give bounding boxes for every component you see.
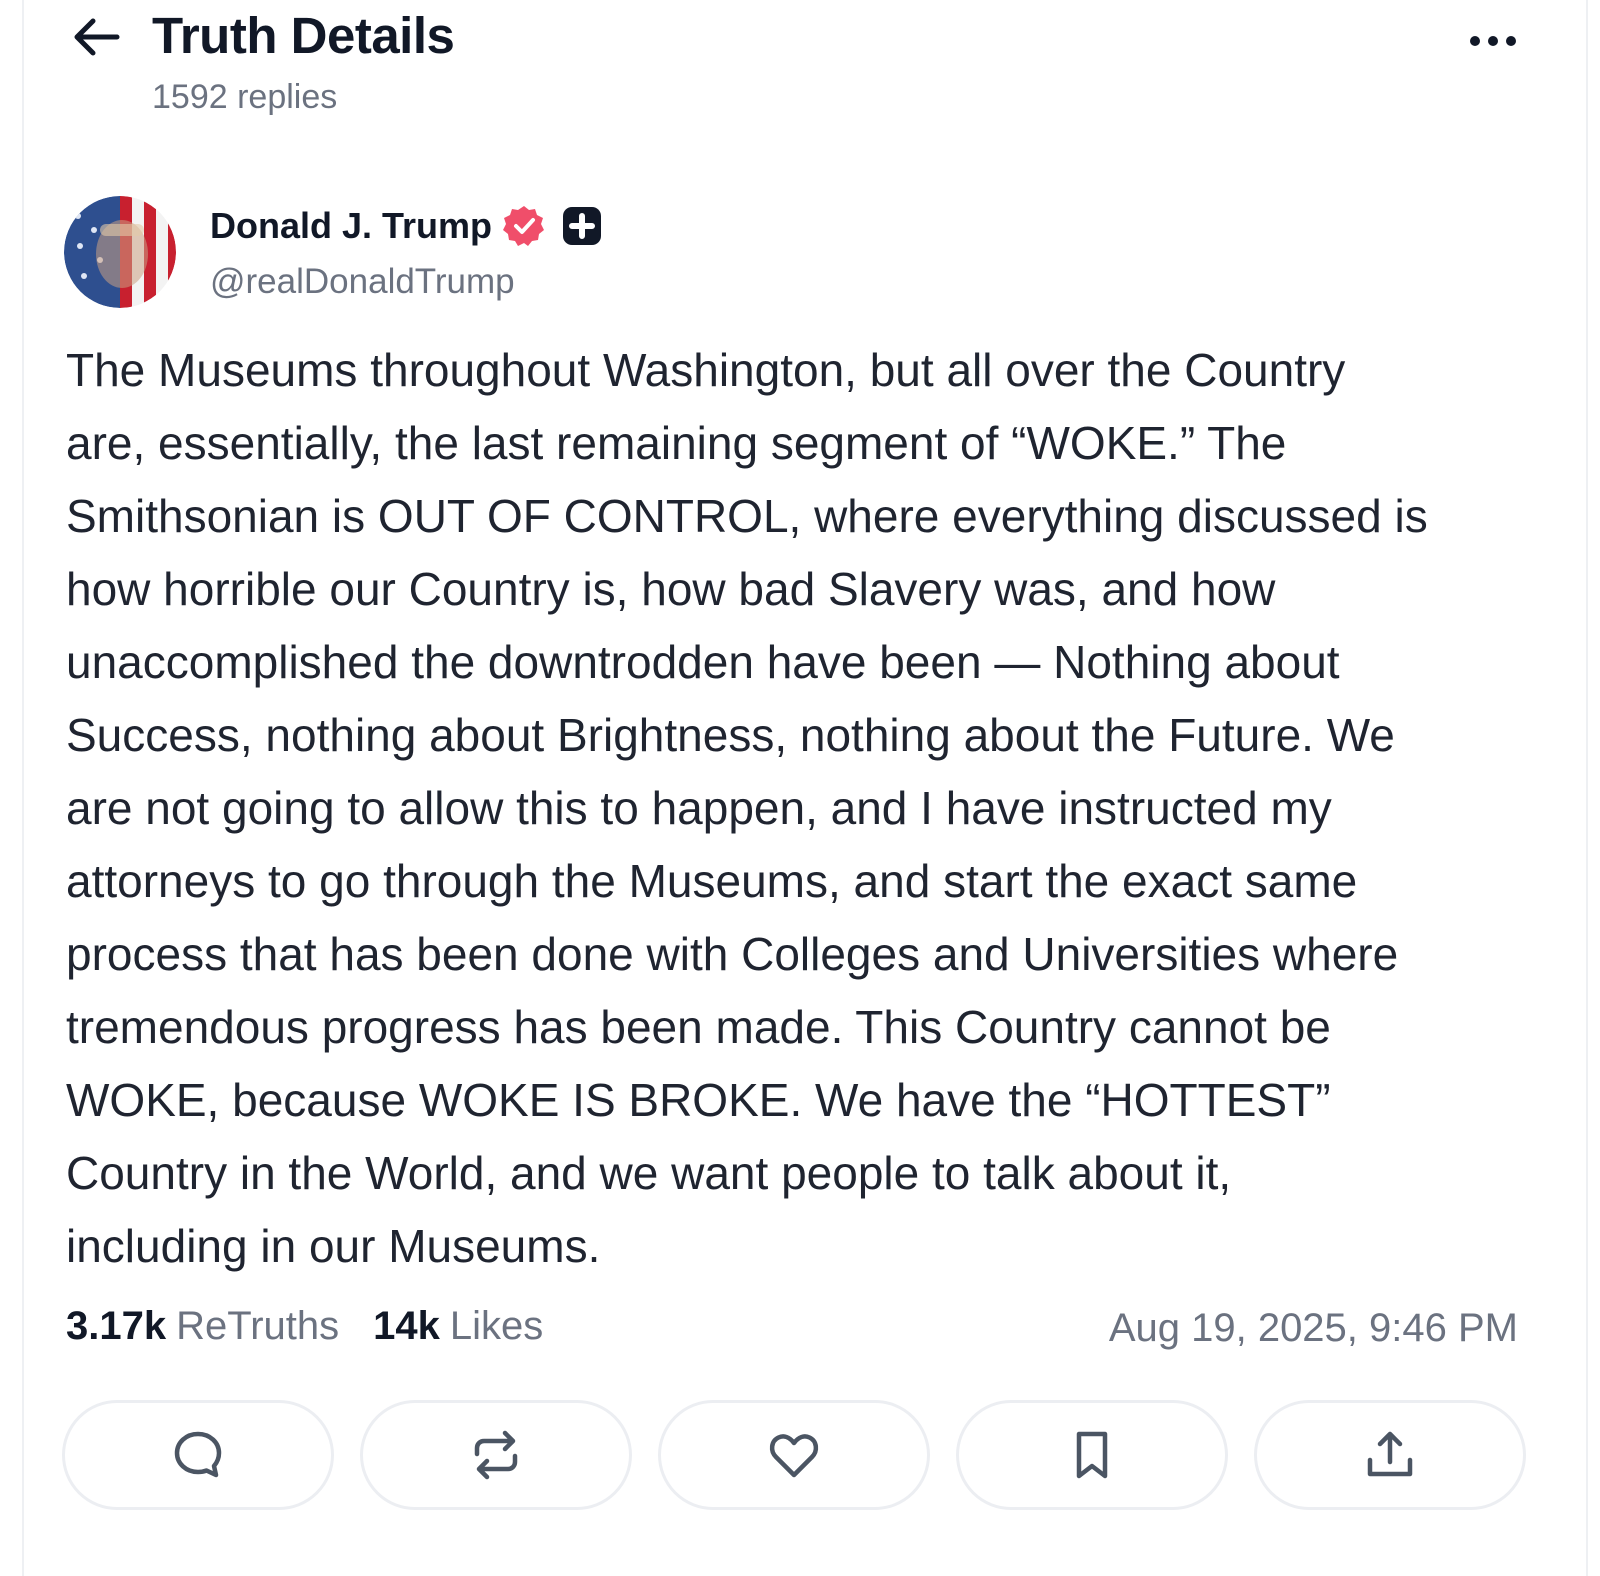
avatar[interactable]	[64, 196, 176, 308]
truth-details-page: Truth Details 1592 replies Donald J. Tru…	[0, 0, 1600, 1576]
author-name-row: Donald J. Trump	[210, 204, 602, 248]
retruths-stat[interactable]: 3.17k ReTruths	[66, 1304, 339, 1349]
action-bar	[62, 1400, 1526, 1510]
like-button[interactable]	[658, 1400, 930, 1510]
page-title: Truth Details	[152, 7, 455, 64]
retruth-icon	[474, 1430, 518, 1480]
post-stats: 3.17k ReTruths 14k Likes	[66, 1304, 543, 1349]
retruths-count: 3.17k	[66, 1304, 167, 1348]
back-button[interactable]	[66, 10, 126, 64]
plus-badge-icon	[563, 207, 602, 245]
more-dots-icon	[1470, 36, 1480, 46]
verified-badge-icon	[503, 206, 545, 246]
more-options-button[interactable]	[1458, 20, 1528, 62]
reply-icon	[174, 1431, 222, 1478]
reply-button[interactable]	[62, 1400, 334, 1510]
author-name[interactable]: Donald J. Trump	[210, 205, 492, 247]
bookmark-button[interactable]	[956, 1400, 1228, 1510]
likes-stat[interactable]: 14k Likes	[373, 1304, 543, 1349]
post-timestamp: Aug 19, 2025, 9:46 PM	[1108, 1306, 1518, 1350]
share-icon	[1367, 1431, 1413, 1477]
arrow-left-icon	[74, 18, 120, 56]
author-handle[interactable]: @realDonaldTrump	[210, 262, 515, 302]
post-text: The Museums throughout Washington, but a…	[66, 344, 1428, 1272]
avatar-flag-portrait-icon	[64, 196, 176, 308]
retruth-button[interactable]	[360, 1400, 632, 1510]
retruths-label: ReTruths	[176, 1304, 340, 1348]
likes-count: 14k	[373, 1304, 440, 1348]
bookmark-icon	[1076, 1431, 1108, 1479]
reply-count: 1592 replies	[152, 78, 338, 116]
likes-label: Likes	[449, 1304, 544, 1348]
heart-icon	[769, 1434, 819, 1478]
share-button[interactable]	[1254, 1400, 1526, 1510]
